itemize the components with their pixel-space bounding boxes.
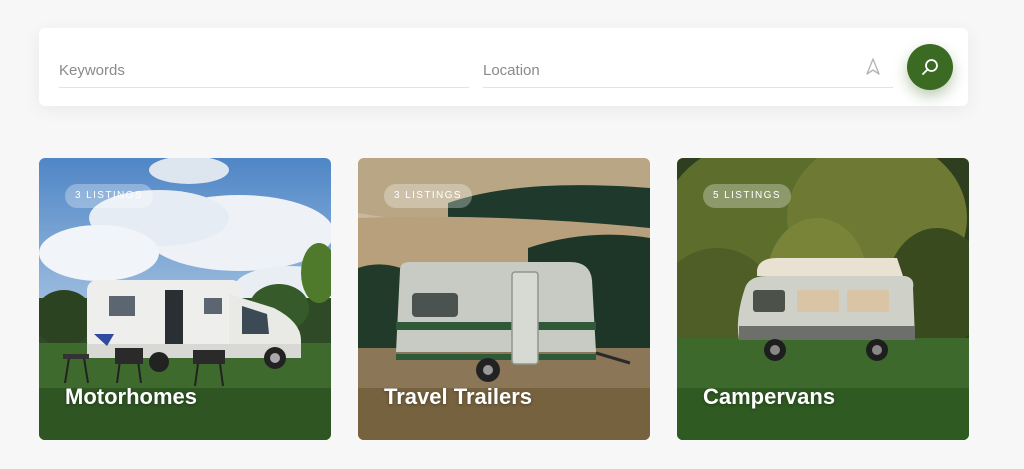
search-icon — [922, 59, 938, 75]
category-title: Travel Trailers — [384, 384, 532, 409]
category-title: Campervans — [703, 384, 836, 409]
location-field — [483, 28, 893, 106]
keywords-field — [59, 28, 469, 106]
navigation-arrow-icon[interactable] — [865, 58, 881, 76]
category-title: Motorhomes — [65, 384, 197, 409]
listing-count-badge: 3 LISTINGS — [65, 184, 153, 208]
location-input[interactable] — [483, 50, 893, 90]
category-card-campervans[interactable]: 5 LISTINGS Campervans — [677, 158, 969, 440]
listing-count-badge: 3 LISTINGS — [384, 184, 472, 208]
keywords-input[interactable] — [59, 50, 469, 90]
category-card-travel-trailers[interactable]: 3 LISTINGS Travel Trailers — [358, 158, 650, 440]
listing-count-badge: 5 LISTINGS — [703, 184, 791, 208]
keywords-underline — [59, 87, 469, 88]
location-underline — [483, 87, 893, 88]
search-button[interactable] — [907, 44, 953, 90]
category-card-motorhomes[interactable]: 3 LISTINGS Motorhomes — [39, 158, 331, 440]
search-bar — [39, 28, 968, 106]
